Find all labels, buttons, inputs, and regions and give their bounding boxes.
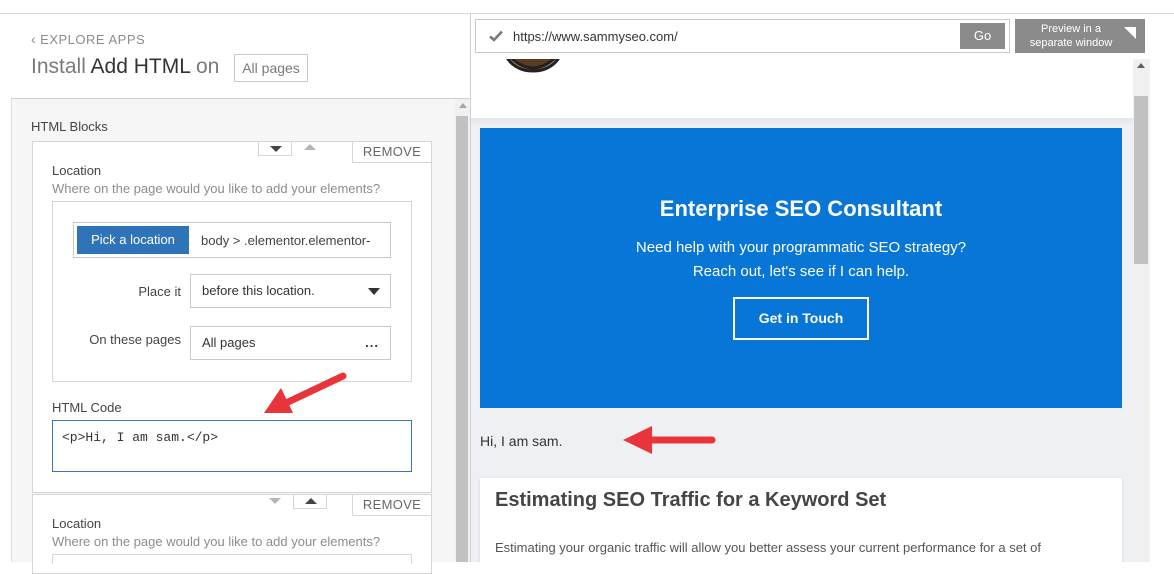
css-selector-input[interactable]: body > .elementor.elementor- [201, 233, 387, 248]
post-title-link[interactable]: Estimating SEO Traffic for a Keyword Set [495, 489, 886, 512]
html-code-label: HTML Code [52, 400, 122, 415]
get-in-touch-button[interactable]: Get in Touch [733, 297, 869, 340]
place-it-label: Place it [138, 284, 181, 299]
cta-line-2: Reach out, let's see if I can help. [692, 263, 910, 280]
app-name: Add HTML [90, 55, 191, 78]
header-shadow [471, 118, 1133, 126]
install-scope-selector[interactable]: All pages [234, 54, 308, 82]
cta-text: Need help with your programmatic SEO str… [480, 236, 1122, 284]
html-code-textarea[interactable]: <p>Hi, I am sam.</p> [52, 420, 412, 472]
more-options-icon: ... [365, 335, 379, 350]
move-up-button[interactable] [293, 141, 327, 156]
location-settings [52, 554, 412, 564]
cta-banner: Enterprise SEO Consultant Need help with… [480, 128, 1122, 408]
explore-apps-link[interactable]: ‹ EXPLORE APPS [31, 31, 145, 47]
cta-line-1: Need help with your programmatic SEO str… [635, 239, 967, 256]
location-label: Location [52, 163, 102, 178]
placement-value: before this location. [202, 283, 315, 298]
location-hint: Where on the page would you like to add … [52, 534, 381, 549]
remove-block-button[interactable]: REMOVE [352, 141, 432, 163]
preview-new-window-label: Preview in a separate window [1029, 23, 1113, 49]
scroll-up-icon[interactable] [459, 103, 467, 108]
injected-html-text: Hi, I am sam. [480, 433, 563, 449]
move-down-button[interactable] [258, 494, 292, 509]
caret-up-icon [305, 498, 317, 504]
chevron-left-icon: ‹ [31, 31, 37, 47]
explore-apps-label: EXPLORE APPS [40, 32, 146, 47]
install-title: Install Add HTML on [31, 55, 219, 79]
site-preview: Enterprise SEO Consultant Need help with… [471, 59, 1133, 562]
caret-down-icon [270, 146, 282, 152]
pick-location-button[interactable]: Pick a location [77, 226, 189, 254]
cta-title: Enterprise SEO Consultant [659, 196, 943, 221]
external-window-icon [1124, 27, 1136, 39]
scroll-up-icon[interactable] [1137, 63, 1145, 68]
pages-selector[interactable]: All pages ... [190, 326, 391, 360]
caret-up-icon [304, 144, 316, 150]
location-label: Location [52, 516, 102, 531]
site-header [471, 59, 1133, 118]
install-title-prefix: Install [31, 55, 86, 78]
preview-scrollbar-thumb[interactable] [1134, 96, 1148, 264]
preview-new-window-button[interactable]: Preview in a separate window [1015, 19, 1145, 53]
post-excerpt: Estimating your organic traffic will all… [495, 540, 1041, 555]
left-scrollbar-thumb[interactable] [456, 116, 468, 562]
install-title-on: on [195, 55, 220, 78]
location-picker: Pick a location body > .elementor.elemen… [73, 222, 391, 258]
check-icon [489, 30, 503, 42]
caret-down-icon [269, 498, 281, 504]
blog-post-card: Estimating SEO Traffic for a Keyword Set… [480, 478, 1122, 562]
html-blocks-heading: HTML Blocks [31, 119, 108, 134]
remove-block-button[interactable]: REMOVE [352, 494, 432, 516]
pages-label: On these pages [89, 332, 181, 347]
pages-value: All pages [202, 335, 256, 350]
site-logo-avatar [506, 59, 560, 73]
placement-select[interactable]: before this location. [190, 274, 391, 308]
move-down-button[interactable] [258, 141, 292, 156]
go-button[interactable]: Go [960, 23, 1005, 49]
move-up-button[interactable] [293, 494, 327, 509]
location-hint: Where on the page would you like to add … [52, 181, 381, 196]
url-input[interactable]: https://www.sammyseo.com/ [513, 29, 678, 44]
caret-down-icon [368, 288, 380, 295]
preview-url-bar[interactable]: https://www.sammyseo.com/ Go [475, 19, 1010, 53]
